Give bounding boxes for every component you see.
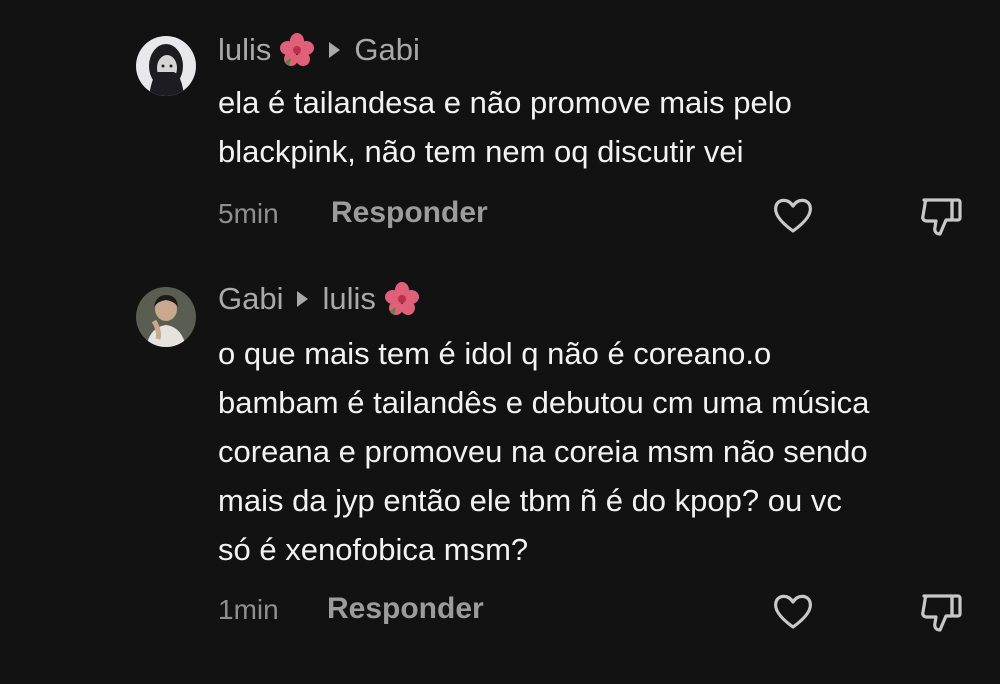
comment-line: bambam é tailandês e debutou cm uma músi… — [218, 385, 870, 420]
author-name[interactable]: Gabi — [218, 281, 283, 317]
comment-line: o que mais tem é idol q não é coreano.o — [218, 336, 772, 371]
reply-button[interactable]: Responder — [331, 196, 488, 230]
comment-text: ela é tailandesa e não promove mais pelo… — [218, 78, 978, 176]
author-name[interactable]: lulis — [218, 32, 271, 68]
comment-text: o que mais tem é idol q não é coreano.o … — [218, 329, 978, 574]
comment-line: coreana e promoveu na coreia msm não sen… — [218, 434, 868, 469]
reply-to-name[interactable]: lulis — [322, 281, 375, 317]
comment-header: Gabi lulis — [218, 281, 420, 317]
play-arrow-icon — [297, 291, 309, 307]
timestamp: 1min — [218, 594, 279, 625]
comment-actions: 5min Responder — [218, 194, 978, 238]
play-arrow-icon — [329, 42, 341, 58]
hibiscus-icon — [279, 32, 315, 68]
comment-line: só é xenofobica msm? — [218, 532, 529, 567]
avatar[interactable] — [136, 287, 196, 347]
comment-line: blackpink, não tem nem oq discutir vei — [218, 134, 744, 169]
comment-line: ela é tailandesa e não promove mais pelo — [218, 85, 792, 120]
avatar-image — [136, 287, 196, 347]
timestamp: 5min — [218, 198, 279, 229]
heart-icon[interactable] — [771, 590, 815, 634]
thumbs-down-icon[interactable] — [918, 590, 962, 634]
comment-actions: 1min Responder — [218, 590, 978, 634]
avatar-image — [136, 36, 196, 96]
heart-icon[interactable] — [771, 194, 815, 238]
reply-to-name[interactable]: Gabi — [354, 32, 419, 68]
comment-header: lulis Gabi — [218, 32, 420, 68]
reply-button[interactable]: Responder — [327, 592, 484, 626]
avatar[interactable] — [136, 36, 196, 96]
comment-line: mais da jyp então ele tbm ñ é do kpop? o… — [218, 483, 842, 518]
thumbs-down-icon[interactable] — [918, 194, 962, 238]
hibiscus-icon — [384, 281, 420, 317]
